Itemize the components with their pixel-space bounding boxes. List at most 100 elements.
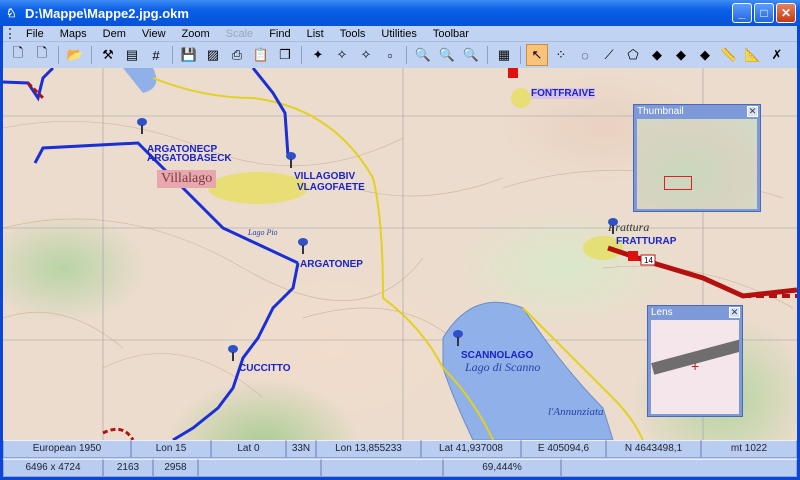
properties-icon[interactable]: ▤ <box>121 44 143 66</box>
grid-icon[interactable]: # <box>145 44 167 66</box>
new-route-v-icon[interactable]: 🗋 <box>7 44 29 66</box>
status-field: Lon 15 <box>131 440 211 458</box>
lens-magnified-view: + <box>651 320 739 414</box>
waypoint-label: SCANNOLAGO <box>461 350 534 361</box>
ruler-delete-icon[interactable]: ✗ <box>766 44 788 66</box>
menu-grip[interactable] <box>9 28 12 39</box>
lens-crosshair-icon: + <box>691 358 700 374</box>
menu-utilities[interactable]: Utilities <box>373 28 424 40</box>
menu-maps[interactable]: Maps <box>52 28 95 40</box>
draw-polyline-icon[interactable]: ⟋ <box>598 44 620 66</box>
menu-view[interactable]: View <box>134 28 174 40</box>
thumbnail-image[interactable] <box>637 119 757 209</box>
ruler-icon[interactable]: 📏 <box>718 44 740 66</box>
status-field: 6496 x 4724 <box>3 459 103 477</box>
shp-disabled-icon[interactable]: ▫ <box>379 44 401 66</box>
waypoint-pin-icon[interactable] <box>228 345 238 361</box>
menu-scale[interactable]: Scale <box>218 28 262 40</box>
status-field <box>321 459 443 477</box>
status-field: mt 1022 <box>701 440 797 458</box>
red-marker <box>628 251 638 261</box>
window-title: D:\Mappe\Mappe2.jpg.okm <box>25 5 189 21</box>
lens-title-bar[interactable]: Lens ✕ <box>648 306 742 320</box>
thumbnail-viewport-rect[interactable] <box>664 176 692 190</box>
waypoint-label: FRATTURAP <box>616 236 677 247</box>
zoom-out-icon[interactable]: 🔍 <box>436 44 458 66</box>
lens-title: Lens <box>651 307 673 318</box>
tools-icon[interactable]: ⚒ <box>97 44 119 66</box>
waypoint-label: ARGATONEP <box>300 259 363 270</box>
ruler-area-icon[interactable]: 📐 <box>742 44 764 66</box>
red-route-south <box>102 427 135 440</box>
window-icon[interactable]: ❐ <box>274 44 296 66</box>
menu-zoom[interactable]: Zoom <box>174 28 218 40</box>
select-pointer-icon[interactable]: ↖ <box>526 44 548 66</box>
zoom-in-icon[interactable]: 🔍 <box>412 44 434 66</box>
status-field: N 4643498,1 <box>606 440 701 458</box>
status-field <box>198 459 321 477</box>
close-button[interactable]: ✕ <box>776 3 796 23</box>
toolbar-separator <box>91 46 92 64</box>
waypoint-pin-icon[interactable] <box>137 118 147 134</box>
road-number: 14 <box>644 256 653 265</box>
title-bar: ♘ D:\Mappe\Mappe2.jpg.okm _ □ ✕ <box>0 0 800 26</box>
waypoint-pin-icon[interactable] <box>608 218 618 234</box>
route-node-icon[interactable]: ◆ <box>670 44 692 66</box>
waypoint-icon[interactable]: ◆ <box>646 44 668 66</box>
waypoint-label: FONTFRAIVE <box>531 88 595 99</box>
draw-points-icon[interactable]: ⁘ <box>550 44 572 66</box>
toolbar-separator <box>58 46 59 64</box>
waypoint-pin-icon[interactable] <box>453 330 463 346</box>
print-icon[interactable]: ⎙ <box>226 44 248 66</box>
status-field: Lon 13,855233 <box>316 440 421 458</box>
toolbar-separator <box>301 46 302 64</box>
waypoint-label: VLAGOFAETE <box>297 182 365 193</box>
status-bar-coordinates: European 1950 Lon 15 Lat 0 33N Lon 13,855233… <box>3 440 797 458</box>
lake-top <box>123 68 157 93</box>
waypoint-label: VILLAGOBIV <box>294 171 356 182</box>
shp-icon[interactable]: ✧ <box>331 44 353 66</box>
draw-circle-icon[interactable]: ◌ <box>574 44 596 66</box>
status-field: E 405094,6 <box>521 440 606 458</box>
thumbnail-title-bar[interactable]: Thumbnail ✕ <box>634 105 760 119</box>
lens-close-button[interactable]: ✕ <box>729 307 740 318</box>
menu-tools[interactable]: Tools <box>332 28 374 40</box>
place-lago-scanno: Lago di Scanno <box>465 360 541 374</box>
open-map-icon[interactable]: 📂 <box>64 44 86 66</box>
lens-panel[interactable]: Lens ✕ + <box>647 305 743 417</box>
dcw-icon[interactable]: ✧ <box>355 44 377 66</box>
menu-file[interactable]: File <box>18 28 52 40</box>
gps-icon[interactable]: ✦ <box>307 44 329 66</box>
zoom-fit-icon[interactable]: 🔍 <box>460 44 482 66</box>
menu-find[interactable]: Find <box>261 28 298 40</box>
thumbnail-panel[interactable]: Thumbnail ✕ <box>633 104 761 212</box>
status-bar-image-info: 6496 x 4724 2163 2958 69,444% <box>3 459 797 477</box>
waypoint-pin-icon[interactable] <box>298 238 308 254</box>
image-icon[interactable]: ▨ <box>202 44 224 66</box>
toolbar-separator <box>172 46 173 64</box>
thumbnail-close-button[interactable]: ✕ <box>747 106 758 117</box>
red-marker <box>508 68 518 78</box>
route-red-icon[interactable]: ◆ <box>694 44 716 66</box>
menu-toolbar[interactable]: Toolbar <box>425 28 477 40</box>
status-field: Lat 41,937008 <box>421 440 521 458</box>
clipboard-icon[interactable]: 📋 <box>250 44 272 66</box>
waypoint-pin-icon[interactable] <box>286 152 296 168</box>
maximize-button[interactable]: □ <box>754 3 774 23</box>
fontefraive-town <box>511 88 531 108</box>
menu-dem[interactable]: Dem <box>95 28 134 40</box>
status-field: 69,444% <box>443 459 561 477</box>
thumbnail-title: Thumbnail <box>637 106 684 117</box>
app-icon: ♘ <box>6 6 17 20</box>
toolbar: 🗋 🗋 📂 ⚒ ▤ # 💾 ▨ ⎙ 📋 ❐ ✦ ✧ ✧ ▫ 🔍 🔍 🔍 ▦ ↖ ⁘ ◌ ⟋ ⬠ ◆ ◆ ◆ 📏 📐 ✗ <box>3 42 797 68</box>
status-field: European 1950 <box>3 440 131 458</box>
menu-list[interactable]: List <box>299 28 332 40</box>
minimize-button[interactable]: _ <box>732 3 752 23</box>
new-route-r-icon[interactable]: 🗋 <box>31 44 53 66</box>
blue-route <box>3 68 300 440</box>
place-annunziata: l'Annunziata <box>548 406 604 418</box>
table-edit-icon[interactable]: ▦ <box>493 44 515 66</box>
save-icon[interactable]: 💾 <box>178 44 200 66</box>
toolbar-separator <box>406 46 407 64</box>
draw-polygon-icon[interactable]: ⬠ <box>622 44 644 66</box>
